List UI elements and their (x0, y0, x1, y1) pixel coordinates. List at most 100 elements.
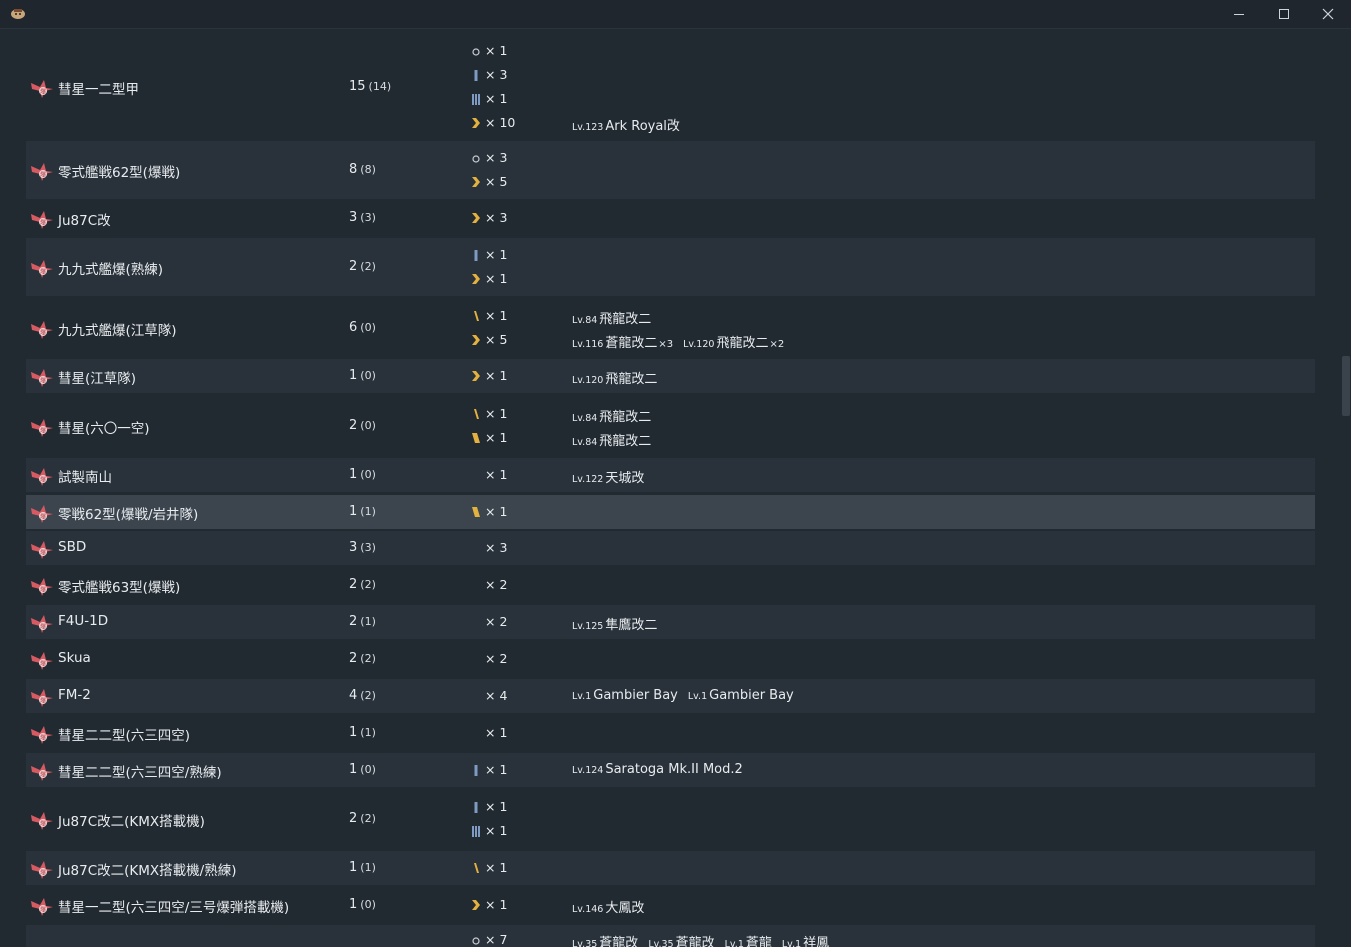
equipped-ships: Lv.125 隼鷹改二 (572, 614, 667, 633)
level-group: × 7 Lv.35 蒼龍改 Lv.35 蒼龍改 Lv.1 蒼龍 Lv.1 祥鳳 (26, 928, 1315, 947)
level-multiplier: × 1 (485, 368, 508, 383)
table-row[interactable]: 爆 SBD 3 (3) × 3 (26, 531, 1315, 565)
table-row[interactable]: 爆零戦62型(爆戦/岩井隊) 1 (1) × 1 (26, 495, 1315, 529)
level-multiplier: × 1 (485, 308, 508, 323)
table-row[interactable]: 爆 Ju87C改二(KMX搭載機) 2 (2) × 1 × 1 (26, 790, 1315, 848)
table-row[interactable]: 爆彗星一二型甲 15 (14) × 1 × 3 × 1 × 10 Lv.123 Ark Roya… (26, 35, 1315, 139)
table-row[interactable]: 爆彗星二二型(六三四空) 1 (1) × 1 (26, 716, 1315, 750)
equipped-ships: Lv.116 蒼龍改二×3 Lv.120 飛龍改二×2 (572, 332, 794, 351)
proficiency-1-icon (474, 765, 478, 776)
level-multiplier: × 1 (485, 504, 508, 519)
equipped-ships: Lv.123 Ark Royal改 (572, 115, 690, 134)
ship-entry: Lv.116 蒼龍改二×3 (572, 336, 674, 351)
minimize-icon[interactable] (1217, 0, 1261, 28)
ship-entry: Lv.84 飛龍改二 (572, 312, 652, 327)
proficiency-1-icon (474, 250, 478, 261)
level-multiplier: × 1 (485, 406, 508, 421)
table-row[interactable]: 爆九九式艦爆(熟練) 2 (2) × 1 × 1 (26, 238, 1315, 296)
level-multiplier: × 3 (485, 67, 508, 82)
level-group: × 1 Lv.120 飛龍改二 (26, 364, 1315, 388)
blank-icon (470, 541, 482, 555)
ship-entry: Lv.123 Ark Royal改 (572, 119, 680, 134)
level-multiplier: × 2 (485, 577, 508, 592)
level-multiplier: × 1 (485, 467, 508, 482)
level-multiplier: × 1 (485, 91, 508, 106)
table-row[interactable]: 爆零式艦戦63型(爆戦) 2 (2) × 2 (26, 568, 1315, 602)
level-multiplier: × 2 (485, 651, 508, 666)
slash-3-icon (472, 507, 480, 517)
level-group: × 3 (26, 206, 1315, 230)
table-row[interactable]: 爆 FM-2 4 (2) × 4 Lv.1 Gambier Bay Lv.1 Gambier B… (26, 679, 1315, 713)
table-row[interactable]: 爆 Ju87C改 3 (3) × 3 (26, 201, 1315, 235)
close-icon[interactable] (1306, 0, 1350, 28)
blank-icon (470, 578, 482, 592)
table-row[interactable]: 爆 Skua 2 (2) × 2 (26, 642, 1315, 676)
equipment-list: 爆彗星一二型甲 15 (14) × 1 × 3 × 1 × 10 Lv.123 Ark Roya… (0, 29, 1351, 947)
level-multiplier: × 1 (485, 799, 508, 814)
level-multiplier: × 1 (485, 762, 508, 777)
table-row[interactable]: 爆九九式艦爆(江草隊) 6 (0) × 1 Lv.84 飛龍改二 × 5 Lv.116 蒼龍改二… (26, 299, 1315, 357)
table-row[interactable]: 爆彗星(江草隊) 1 (0) × 1 Lv.120 飛龍改二 (26, 359, 1315, 393)
level-multiplier: × 1 (485, 430, 508, 445)
slash-1-icon (474, 863, 479, 873)
level-multiplier: × 7 (485, 932, 508, 947)
table-row[interactable]: 爆彗星一二型(六三四空/三号爆弾搭載機) 1 (0) × 1 Lv.146 大鳳改 (26, 888, 1315, 922)
maximize-icon[interactable] (1262, 0, 1306, 28)
ship-entry: Lv.35 蒼龍改 (572, 936, 639, 947)
chevron-max-icon (472, 118, 480, 128)
ship-entry: Lv.35 蒼龍改 (648, 936, 715, 947)
scrollbar[interactable] (1341, 29, 1351, 947)
table-row[interactable]: × 7 Lv.35 蒼龍改 Lv.35 蒼龍改 Lv.1 蒼龍 Lv.1 祥鳳 (26, 925, 1315, 947)
chevron-max-icon (472, 213, 480, 223)
level-group: × 5 Lv.116 蒼龍改二×3 Lv.120 飛龍改二×2 (26, 328, 1315, 352)
blank-icon (470, 726, 482, 740)
level-multiplier: × 4 (485, 688, 508, 703)
proficiency-1-icon (474, 802, 478, 813)
chevron-max-icon (472, 274, 480, 284)
ship-entry: Lv.1 祥鳳 (781, 936, 830, 947)
equipped-ships: Lv.122 天城改 (572, 467, 654, 486)
table-row[interactable]: 爆試製南山 1 (0) × 1 Lv.122 天城改 (26, 458, 1315, 492)
scrollbar-thumb[interactable] (1342, 356, 1350, 416)
level-group: × 1 Lv.124 Saratoga Mk.II Mod.2 (26, 758, 1315, 782)
slash-1-icon (474, 409, 479, 419)
level-group: × 1 (26, 267, 1315, 291)
level-multiplier: × 3 (485, 150, 508, 165)
ship-entry: Lv.1 蒼龍 (724, 936, 772, 947)
table-row[interactable]: 爆零式艦戦62型(爆戦) 8 (8) × 3 × 5 (26, 141, 1315, 199)
table-row[interactable]: 爆 F4U-1D 2 (1) × 2 Lv.125 隼鷹改二 (26, 605, 1315, 639)
equipped-ships: Lv.1 Gambier Bay Lv.1 Gambier Bay (572, 688, 804, 703)
blank-icon (470, 689, 482, 703)
ship-entry: Lv.84 飛龍改二 (572, 410, 652, 425)
level-group: × 1 Lv.146 大鳳改 (26, 893, 1315, 917)
level-multiplier: × 10 (485, 115, 516, 130)
table-row[interactable]: 爆彗星(六〇一空) 2 (0) × 1 Lv.84 飛龍改二 × 1 Lv.84 飛龍改二 (26, 397, 1315, 455)
equipped-ships: Lv.84 飛龍改二 (572, 430, 661, 449)
level-multiplier: × 1 (485, 247, 508, 262)
ship-entry: Lv.120 飛龍改二×2 (683, 336, 785, 351)
level-group: × 1 (26, 243, 1315, 267)
level-group: × 3 (26, 63, 1315, 87)
level-group: × 2 (26, 573, 1315, 597)
level-group: × 10 Lv.123 Ark Royal改 (26, 111, 1315, 135)
level-group: × 2 Lv.125 隼鷹改二 (26, 610, 1315, 634)
slash-3-icon (472, 433, 480, 443)
level-group: × 1 (26, 819, 1315, 843)
circle-level-icon (472, 937, 480, 945)
chevron-max-icon (472, 335, 480, 345)
circle-level-icon (472, 48, 480, 56)
level-multiplier: × 1 (485, 860, 508, 875)
equipped-ships: Lv.120 飛龍改二 (572, 368, 667, 387)
table-row[interactable]: 爆 Ju87C改二(KMX搭載機/熟練) 1 (1) × 1 (26, 851, 1315, 885)
level-group: × 3 (26, 146, 1315, 170)
table-row[interactable]: 爆彗星二二型(六三四空/熟練) 1 (0) × 1 Lv.124 Saratoga Mk.… (26, 753, 1315, 787)
ship-entry: Lv.1 Gambier Bay (572, 688, 678, 703)
proficiency-3-icon (472, 94, 480, 105)
circle-level-icon (472, 155, 480, 163)
level-group: × 1 (26, 856, 1315, 880)
equipped-ships: Lv.84 飛龍改二 (572, 406, 661, 425)
level-group: × 1 (26, 87, 1315, 111)
ship-entry: Lv.125 隼鷹改二 (572, 618, 658, 633)
blank-icon (470, 615, 482, 629)
ship-entry: Lv.84 飛龍改二 (572, 434, 652, 449)
